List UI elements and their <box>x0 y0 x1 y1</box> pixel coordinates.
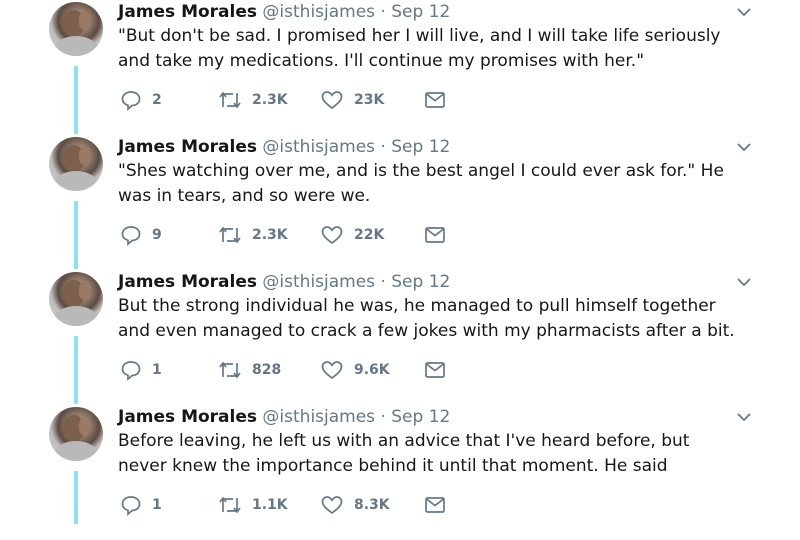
tweet-header: James Morales @isthisjames · Sep 12 <box>118 406 450 428</box>
chevron-down-icon[interactable] <box>736 141 752 153</box>
avatar[interactable] <box>49 407 103 461</box>
retweet-count: 828 <box>252 362 282 378</box>
tweet-date[interactable]: Sep 12 <box>391 137 450 157</box>
envelope-icon <box>425 362 445 378</box>
like-count: 9.6K <box>354 362 390 378</box>
like-count: 23K <box>354 92 385 108</box>
envelope-icon <box>425 497 445 513</box>
author-handle[interactable]: @isthisjames <box>262 272 375 292</box>
tweet-text: But the strong individual he was, he man… <box>118 296 735 341</box>
tweet-header: James Morales @isthisjames · Sep 12 <box>118 271 450 293</box>
author-name[interactable]: James Morales <box>118 272 257 292</box>
separator-dot: · <box>380 137 386 157</box>
tweet-actions: 1 1.1K 8.3K <box>118 493 458 517</box>
direct-message-button[interactable] <box>424 358 446 382</box>
tweet-header: James Morales @isthisjames · Sep 12 <box>118 1 450 23</box>
like-button[interactable]: 9.6K <box>320 358 390 382</box>
direct-message-button[interactable] <box>424 88 446 112</box>
retweet-button[interactable]: 2.3K <box>218 223 288 247</box>
reply-icon <box>121 91 141 111</box>
tweet[interactable]: James Morales @isthisjames · Sep 12 "She… <box>0 135 800 270</box>
tweet-text: Before leaving, he left us with an advic… <box>118 431 690 476</box>
author-handle[interactable]: @isthisjames <box>262 2 375 22</box>
tweet[interactable]: James Morales @isthisjames · Sep 12 But … <box>0 270 800 405</box>
envelope-icon <box>425 92 445 108</box>
reply-button[interactable]: 1 <box>120 358 162 382</box>
tweet-actions: 9 2.3K 22K <box>118 223 458 247</box>
separator-dot: · <box>380 2 386 22</box>
reply-icon <box>121 496 141 516</box>
chevron-down-icon[interactable] <box>736 6 752 18</box>
heart-icon <box>321 496 343 515</box>
avatar[interactable] <box>49 272 103 326</box>
retweet-icon <box>219 226 241 244</box>
tweet-actions: 1 828 9.6K <box>118 358 458 382</box>
like-button[interactable]: 23K <box>320 88 384 112</box>
chevron-down-icon[interactable] <box>736 411 752 423</box>
reply-button[interactable]: 9 <box>120 223 162 247</box>
separator-dot: · <box>380 272 386 292</box>
author-name[interactable]: James Morales <box>118 2 257 22</box>
envelope-icon <box>425 227 445 243</box>
author-handle[interactable]: @isthisjames <box>262 407 375 427</box>
tweet-text: "Shes watching over me, and is the best … <box>118 161 724 206</box>
author-name[interactable]: James Morales <box>118 407 257 427</box>
tweet-date[interactable]: Sep 12 <box>391 272 450 292</box>
retweet-button[interactable]: 2.3K <box>218 88 288 112</box>
heart-icon <box>321 91 343 110</box>
reply-count: 1 <box>152 497 162 513</box>
author-name[interactable]: James Morales <box>118 137 257 157</box>
reply-icon <box>121 226 141 246</box>
like-count: 22K <box>354 227 385 243</box>
retweet-count: 2.3K <box>252 92 288 108</box>
retweet-icon <box>219 91 241 109</box>
reply-count: 1 <box>152 362 162 378</box>
retweet-icon <box>219 361 241 379</box>
reply-icon <box>121 361 141 381</box>
author-handle[interactable]: @isthisjames <box>262 137 375 157</box>
heart-icon <box>321 361 343 380</box>
tweet[interactable]: James Morales @isthisjames · Sep 12 "But… <box>0 0 800 135</box>
tweet-actions: 2 2.3K 23K <box>118 88 458 112</box>
reply-count: 2 <box>152 92 162 108</box>
like-count: 8.3K <box>354 497 390 513</box>
chevron-down-icon[interactable] <box>736 276 752 288</box>
direct-message-button[interactable] <box>424 493 446 517</box>
retweet-icon <box>219 496 241 514</box>
direct-message-button[interactable] <box>424 223 446 247</box>
avatar[interactable] <box>49 2 103 56</box>
separator-dot: · <box>380 407 386 427</box>
retweet-button[interactable]: 828 <box>218 358 281 382</box>
reply-count: 9 <box>152 227 162 243</box>
tweet-header: James Morales @isthisjames · Sep 12 <box>118 136 450 158</box>
retweet-button[interactable]: 1.1K <box>218 493 288 517</box>
reply-button[interactable]: 1 <box>120 493 162 517</box>
tweet-date[interactable]: Sep 12 <box>391 407 450 427</box>
heart-icon <box>321 226 343 245</box>
tweet-text: "But don't be sad. I promised her I will… <box>118 26 721 71</box>
retweet-count: 1.1K <box>252 497 288 513</box>
avatar[interactable] <box>49 137 103 191</box>
retweet-count: 2.3K <box>252 227 288 243</box>
like-button[interactable]: 8.3K <box>320 493 390 517</box>
tweet[interactable]: James Morales @isthisjames · Sep 12 Befo… <box>0 405 800 540</box>
tweet-date[interactable]: Sep 12 <box>391 2 450 22</box>
like-button[interactable]: 22K <box>320 223 384 247</box>
reply-button[interactable]: 2 <box>120 88 162 112</box>
